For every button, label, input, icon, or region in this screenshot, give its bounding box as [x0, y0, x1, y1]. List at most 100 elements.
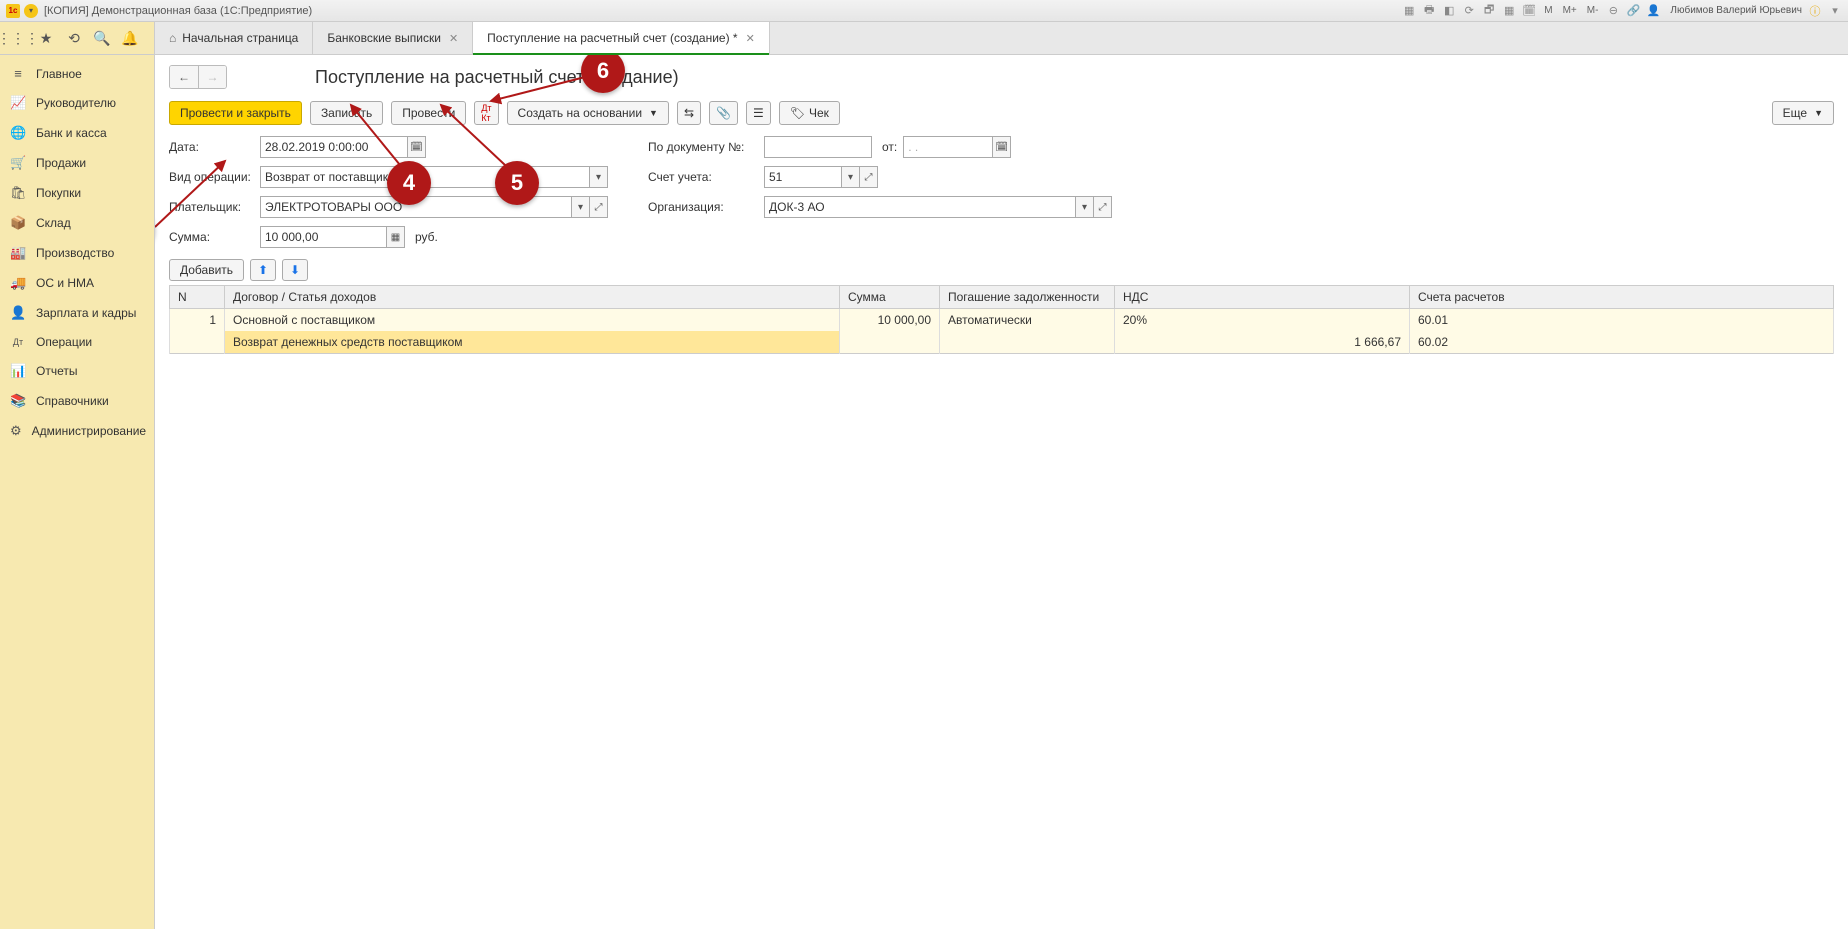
- sidebar-item-assets[interactable]: 🚚ОС и НМА: [0, 268, 154, 298]
- user-name[interactable]: Любимов Валерий Юрьевич: [1670, 5, 1802, 16]
- zoom-out-icon[interactable]: ⊖: [1606, 4, 1620, 18]
- cell-income-item[interactable]: Возврат денежных средств поставщиком: [225, 331, 840, 354]
- apps-icon[interactable]: ⋮⋮⋮: [10, 30, 26, 46]
- sidebar-item-catalogs[interactable]: 📚Справочники: [0, 386, 154, 416]
- post-button[interactable]: Провести: [391, 101, 466, 125]
- button-label: Записать: [321, 106, 372, 120]
- col-n-header[interactable]: N: [170, 286, 225, 309]
- calendar-icon[interactable]: ▦: [1502, 4, 1516, 18]
- sidebar-item-reports[interactable]: 📊Отчеты: [0, 356, 154, 386]
- minimize-icon[interactable]: ▾: [1828, 4, 1842, 18]
- date-icon[interactable]: 🗓: [1522, 4, 1536, 18]
- col-sum-header[interactable]: Сумма: [840, 286, 940, 309]
- col-vat-header[interactable]: НДС: [1115, 286, 1410, 309]
- cell-sum[interactable]: 10 000,00: [840, 309, 940, 332]
- gear-icon: ⚙: [10, 423, 22, 439]
- m-minus-button[interactable]: M-: [1585, 5, 1601, 16]
- docnum-input[interactable]: [764, 136, 872, 158]
- sidebar-item-payroll[interactable]: 👤Зарплата и кадры: [0, 298, 154, 328]
- info-icon[interactable]: ⓘ: [1808, 4, 1822, 18]
- link-icon[interactable]: 🔗: [1626, 4, 1640, 18]
- print-icon[interactable]: 🖶: [1422, 4, 1436, 18]
- sidebar-item-production[interactable]: 🏭Производство: [0, 238, 154, 268]
- cell-vat-rate[interactable]: 20%: [1115, 309, 1410, 332]
- dropdown-icon[interactable]: ▾: [24, 4, 38, 18]
- calc-icon[interactable]: ▦: [387, 226, 405, 248]
- cell-acct1[interactable]: 60.01: [1410, 309, 1834, 332]
- org-input[interactable]: ДОК-3 АО: [764, 196, 1076, 218]
- sidebar-item-label: Отчеты: [36, 364, 77, 378]
- tab-receipt[interactable]: Поступление на расчетный счет (создание)…: [473, 22, 770, 54]
- sidebar-item-admin[interactable]: ⚙Администрирование: [0, 416, 154, 446]
- input-value: ЭЛЕКТРОТОВАРЫ ООО: [265, 200, 402, 214]
- m-button[interactable]: M: [1542, 5, 1554, 16]
- cell-empty: [840, 331, 940, 354]
- account-input[interactable]: 51: [764, 166, 842, 188]
- search-icon[interactable]: 🔍: [94, 30, 110, 46]
- history-icon[interactable]: ⟲: [66, 30, 82, 46]
- annotation-badge-5: 5: [495, 161, 539, 205]
- refresh-icon[interactable]: ⟳: [1462, 4, 1476, 18]
- favorite-icon[interactable]: ★: [38, 30, 54, 46]
- chevron-down-icon[interactable]: ▾: [1076, 196, 1094, 218]
- col-accounts-header[interactable]: Счета расчетов: [1410, 286, 1834, 309]
- move-down-button[interactable]: ⬇: [282, 259, 308, 281]
- cell-acct2[interactable]: 60.02: [1410, 331, 1834, 354]
- sidebar-item-sales[interactable]: 🛒Продажи: [0, 148, 154, 178]
- move-up-button[interactable]: ⬆: [250, 259, 276, 281]
- calc-icon[interactable]: 🗗: [1482, 4, 1496, 18]
- sidebar-item-warehouse[interactable]: 📦Склад: [0, 208, 154, 238]
- more-button[interactable]: Еще▼: [1772, 101, 1834, 125]
- table-row[interactable]: Возврат денежных средств поставщиком 1 6…: [170, 331, 1834, 354]
- globe-icon: 🌐: [10, 125, 26, 141]
- table-row[interactable]: 1 Основной с поставщиком 10 000,00 Автом…: [170, 309, 1834, 332]
- cell-payoff[interactable]: Автоматически: [940, 309, 1115, 332]
- sidebar-item-bank[interactable]: 🌐Банк и касса: [0, 118, 154, 148]
- print-preview-icon[interactable]: ▦: [1402, 4, 1416, 18]
- chevron-down-icon[interactable]: ▾: [842, 166, 860, 188]
- close-icon[interactable]: ✕: [746, 32, 755, 45]
- cell-contract[interactable]: Основной с поставщиком: [225, 309, 840, 332]
- tab-bank-statements[interactable]: Банковские выписки ✕: [313, 22, 473, 54]
- cell-n[interactable]: 1: [170, 309, 225, 332]
- m-plus-button[interactable]: M+: [1561, 5, 1579, 16]
- close-icon[interactable]: ✕: [449, 32, 458, 45]
- create-based-button[interactable]: Создать на основании▼: [507, 101, 669, 125]
- dtkt-button[interactable]: ДтКт: [474, 101, 498, 125]
- docdate-input[interactable]: . .: [903, 136, 993, 158]
- bell-icon[interactable]: 🔔: [122, 30, 138, 46]
- open-icon[interactable]: ⤢: [860, 166, 878, 188]
- date-input[interactable]: 28.02.2019 0:00:00: [260, 136, 408, 158]
- open-icon[interactable]: ⤢: [590, 196, 608, 218]
- list-button[interactable]: ☰: [746, 101, 771, 125]
- tab-label: Начальная страница: [182, 31, 298, 45]
- sidebar-item-manager[interactable]: 📈Руководителю: [0, 88, 154, 118]
- user-icon: 👤: [1646, 4, 1660, 18]
- cell-vat-sum[interactable]: 1 666,67: [1115, 331, 1410, 354]
- attach-button[interactable]: 📎: [709, 101, 738, 125]
- input-value: 28.02.2019 0:00:00: [265, 140, 368, 154]
- sidebar-item-operations[interactable]: ДтОперации: [0, 328, 154, 356]
- sum-input[interactable]: 10 000,00: [260, 226, 387, 248]
- calendar-picker-icon[interactable]: 🗓: [993, 136, 1011, 158]
- chevron-down-icon[interactable]: ▾: [572, 196, 590, 218]
- sidebar-item-main[interactable]: ≡Главное: [0, 59, 154, 88]
- tab-label: Поступление на расчетный счет (создание)…: [487, 31, 737, 45]
- sidebar-item-purchases[interactable]: 🛍Покупки: [0, 178, 154, 208]
- tab-home[interactable]: ⌂ Начальная страница: [155, 22, 313, 54]
- post-and-close-button[interactable]: Провести и закрыть: [169, 101, 302, 125]
- nav-forward-button[interactable]: →: [198, 66, 226, 88]
- open-icon[interactable]: ⤢: [1094, 196, 1112, 218]
- compare-icon[interactable]: ◧: [1442, 4, 1456, 18]
- cheque-button[interactable]: 🏷Чек: [779, 101, 840, 125]
- nav-back-button[interactable]: ←: [170, 66, 198, 88]
- chevron-down-icon[interactable]: ▾: [590, 166, 608, 188]
- add-row-button[interactable]: Добавить: [169, 259, 244, 281]
- calendar-picker-icon[interactable]: 🗓: [408, 136, 426, 158]
- button-label: Создать на основании: [518, 106, 643, 120]
- col-payoff-header[interactable]: Погашение задолженности: [940, 286, 1115, 309]
- sidebar-item-label: Покупки: [36, 186, 81, 200]
- col-contract-header[interactable]: Договор / Статья доходов: [225, 286, 840, 309]
- save-button[interactable]: Записать: [310, 101, 383, 125]
- structure-button[interactable]: ⇆: [677, 101, 701, 125]
